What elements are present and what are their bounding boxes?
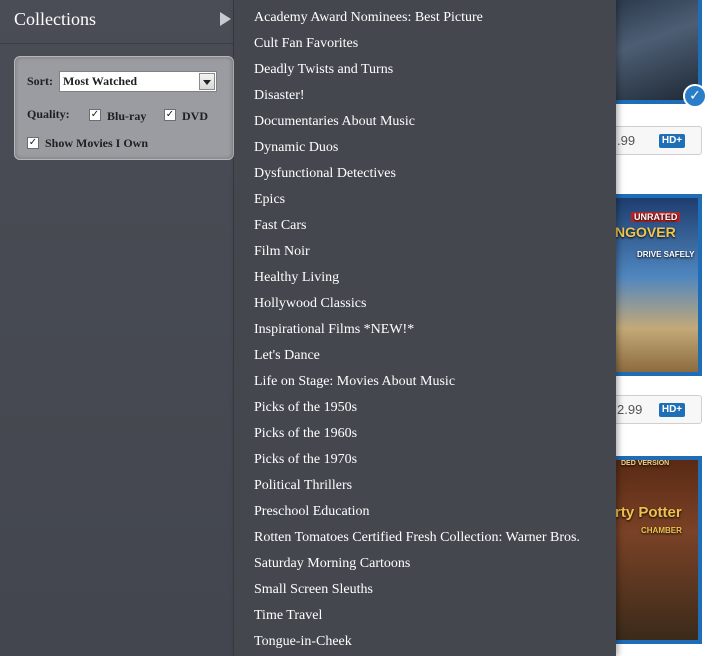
owned-check-icon: ✓ [683, 84, 707, 108]
movie-poster-2[interactable]: UNRATED NGOVER DRIVE SAFELY [611, 194, 702, 376]
menu-item[interactable]: Film Noir [254, 244, 310, 260]
poster-text: DED VERSION [621, 460, 670, 467]
price-text: 2.99 [617, 402, 643, 417]
hd-badge: HD+ [659, 134, 685, 148]
menu-item[interactable]: Epics [254, 192, 285, 208]
menu-item[interactable]: Dynamic Duos [254, 140, 338, 156]
menu-item[interactable]: Picks of the 1970s [254, 452, 357, 468]
poster-text: NGOVER [615, 224, 676, 240]
bluray-label: Blu-ray [107, 109, 147, 123]
menu-item[interactable]: Rotten Tomatoes Certified Fresh Collecti… [254, 530, 580, 546]
menu-item[interactable]: Saturday Morning Cartoons [254, 556, 410, 572]
dvd-label: DVD [182, 109, 208, 123]
menu-item[interactable]: Inspirational Films *NEW!* [254, 322, 414, 338]
menu-item[interactable]: Time Travel [254, 608, 322, 624]
menu-item[interactable]: Fast Cars [254, 218, 307, 234]
poster-text: DRIVE SAFELY [637, 250, 695, 259]
collections-title: Collections [14, 9, 96, 29]
filter-panel: Sort: Most Watched Quality: ✓ Blu-ray ✓ … [14, 56, 234, 160]
menu-item[interactable]: Picks of the 1960s [254, 426, 357, 442]
menu-item[interactable]: Dysfunctional Detectives [254, 166, 396, 182]
menu-item[interactable]: Documentaries About Music [254, 114, 415, 130]
menu-item[interactable]: Preschool Education [254, 504, 369, 520]
menu-item[interactable]: Tongue-in-Cheek [254, 634, 352, 650]
menu-item[interactable]: Let's Dance [254, 348, 320, 364]
menu-item[interactable]: Academy Award Nominees: Best Picture [254, 10, 483, 26]
collections-header[interactable]: Collections [0, 0, 234, 44]
menu-item[interactable]: Political Thrillers [254, 478, 352, 494]
poster-text: CHAMBER [641, 526, 682, 535]
own-label: Show Movies I Own [45, 136, 149, 150]
collections-menu: Academy Award Nominees: Best Picture Cul… [234, 0, 616, 656]
expand-arrow-icon[interactable] [220, 12, 231, 26]
hd-badge: HD+ [659, 403, 685, 417]
menu-item[interactable]: Hollywood Classics [254, 296, 366, 312]
sort-value: Most Watched [63, 74, 138, 88]
menu-item[interactable]: Picks of the 1950s [254, 400, 357, 416]
price-text: .99 [617, 133, 636, 148]
menu-item[interactable]: Healthy Living [254, 270, 339, 286]
poster-text: UNRATED [631, 212, 681, 222]
menu-item[interactable]: Life on Stage: Movies About Music [254, 374, 455, 390]
sort-label: Sort: [27, 74, 53, 88]
sort-select[interactable]: Most Watched [59, 71, 217, 92]
sidebar: Collections Sort: Most Watched Quality: … [0, 0, 234, 656]
menu-item[interactable]: Deadly Twists and Turns [254, 62, 393, 78]
movie-poster-3[interactable]: DED VERSION rty Potter CHAMBER [611, 456, 702, 644]
poster-text: rty Potter [615, 504, 682, 521]
own-checkbox[interactable]: ✓ [27, 137, 39, 149]
dvd-checkbox[interactable]: ✓ [164, 109, 176, 121]
bluray-checkbox[interactable]: ✓ [89, 109, 101, 121]
menu-item[interactable]: Cult Fan Favorites [254, 36, 358, 52]
quality-label: Quality: [27, 107, 70, 121]
chevron-down-icon[interactable] [199, 73, 215, 90]
menu-item[interactable]: Disaster! [254, 88, 305, 104]
menu-item[interactable]: Small Screen Sleuths [254, 582, 373, 598]
